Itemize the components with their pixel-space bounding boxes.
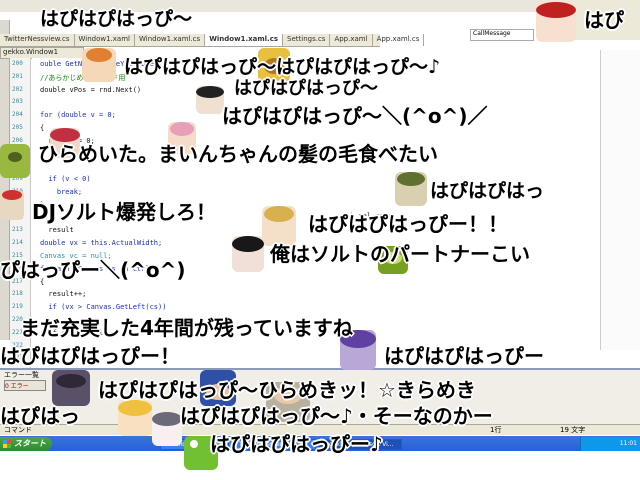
code-line[interactable]: double vPos = rnd.Next() — [40, 86, 141, 94]
comment: はぴ — [584, 8, 624, 32]
tab-settings[interactable]: Settings.cs — [283, 34, 331, 46]
code-line[interactable]: double vx = this.ActualWidth; — [40, 239, 162, 247]
comment: はぴはぴはっ — [430, 180, 545, 202]
avatar-icon — [196, 86, 224, 114]
comment: はぴはぴはっぴー！！ — [308, 212, 508, 236]
line-number: 205 — [12, 124, 23, 131]
code-line[interactable]: result — [40, 226, 73, 234]
line-number: 218 — [12, 290, 23, 298]
line-number: 206 — [12, 136, 23, 144]
comment: はぴはぴはっぴ～ — [40, 8, 193, 30]
comment: はぴはぴはっぴ〜ひらめきッ！☆きらめき — [98, 378, 476, 402]
comment: はぴはっ — [0, 404, 80, 428]
line-number: 213 — [12, 226, 23, 234]
line-number: 202 — [12, 85, 23, 93]
avatar-icon — [395, 172, 427, 206]
code-line[interactable]: result++; — [40, 290, 86, 298]
comment: DJソルト爆発しろ！ — [32, 200, 217, 224]
avatar-icon — [118, 400, 152, 436]
status-chars: 19 文字 — [560, 426, 586, 434]
tab-window1-xaml-cs[interactable]: Window1.xaml.cs — [135, 34, 206, 46]
tab-twitter-nessview[interactable]: TwitterNessview.cs — [0, 34, 75, 46]
comment: 俺はソルトのパートナーこい — [270, 242, 530, 266]
code-line[interactable]: if (vx > Canvas.GetLeft(cs)) — [40, 303, 166, 311]
line-number: 200 — [12, 60, 23, 67]
line-number: 204 — [12, 111, 23, 119]
code-line[interactable]: { — [40, 124, 44, 132]
comment: はぴはぴはっぴー！ — [0, 344, 180, 368]
windows-flag-icon — [3, 440, 11, 448]
system-tray-clock: 11:01 — [580, 437, 640, 451]
comment: はぴはぴはっぴ～ — [234, 78, 378, 99]
avatar-icon — [82, 48, 116, 82]
comment: ぴはっぴー＼(^o^) — [0, 258, 186, 282]
avatar-icon — [0, 190, 24, 220]
line-number: 214 — [12, 239, 23, 247]
line-number: 219 — [12, 303, 23, 311]
avatar-icon — [232, 236, 264, 272]
code-line[interactable]: for (double v = 0; — [40, 111, 116, 119]
member-dropdown[interactable]: CallMessage — [470, 29, 534, 41]
comment: はぴはぴはっぴー — [384, 344, 544, 368]
error-list-title: エラー一覧 — [4, 371, 39, 379]
comment: はぴはぴはっぴ～♪・そーなのかー — [180, 404, 493, 428]
document-tabs: TwitterNessview.cs Window1.xaml Window1.… — [0, 34, 425, 47]
tab-app-xaml-cs[interactable]: App.xaml.cs — [373, 34, 425, 46]
comment: ひらめいた。まいんちゃんの髪の毛食べたい — [38, 142, 438, 166]
comment: はぴはぴはっぴー♪ — [210, 432, 383, 456]
tab-window1-xaml-cs-active[interactable]: Window1.xaml.cs — [205, 34, 284, 46]
solution-explorer-pane — [600, 50, 640, 350]
line-number: 203 — [12, 98, 23, 106]
line-number: 201 — [12, 72, 23, 80]
comment: まだ充実した4年間が残っていますね — [20, 316, 353, 340]
code-line[interactable]: if (v < 0) — [40, 175, 90, 183]
errors-filter-button[interactable]: 0 エラー — [4, 380, 46, 391]
comment: はぴはぴはっぴ～＼(^o^)／ — [222, 104, 488, 128]
tab-app-xaml[interactable]: App.xaml — [330, 34, 373, 46]
avatar-icon — [0, 144, 30, 178]
code-line[interactable]: break; — [40, 188, 82, 196]
tab-window1-xaml[interactable]: Window1.xaml — [75, 34, 135, 46]
avatar-icon — [152, 412, 182, 446]
toolbox-sidebar[interactable] — [0, 20, 10, 340]
avatar-icon — [536, 2, 576, 42]
